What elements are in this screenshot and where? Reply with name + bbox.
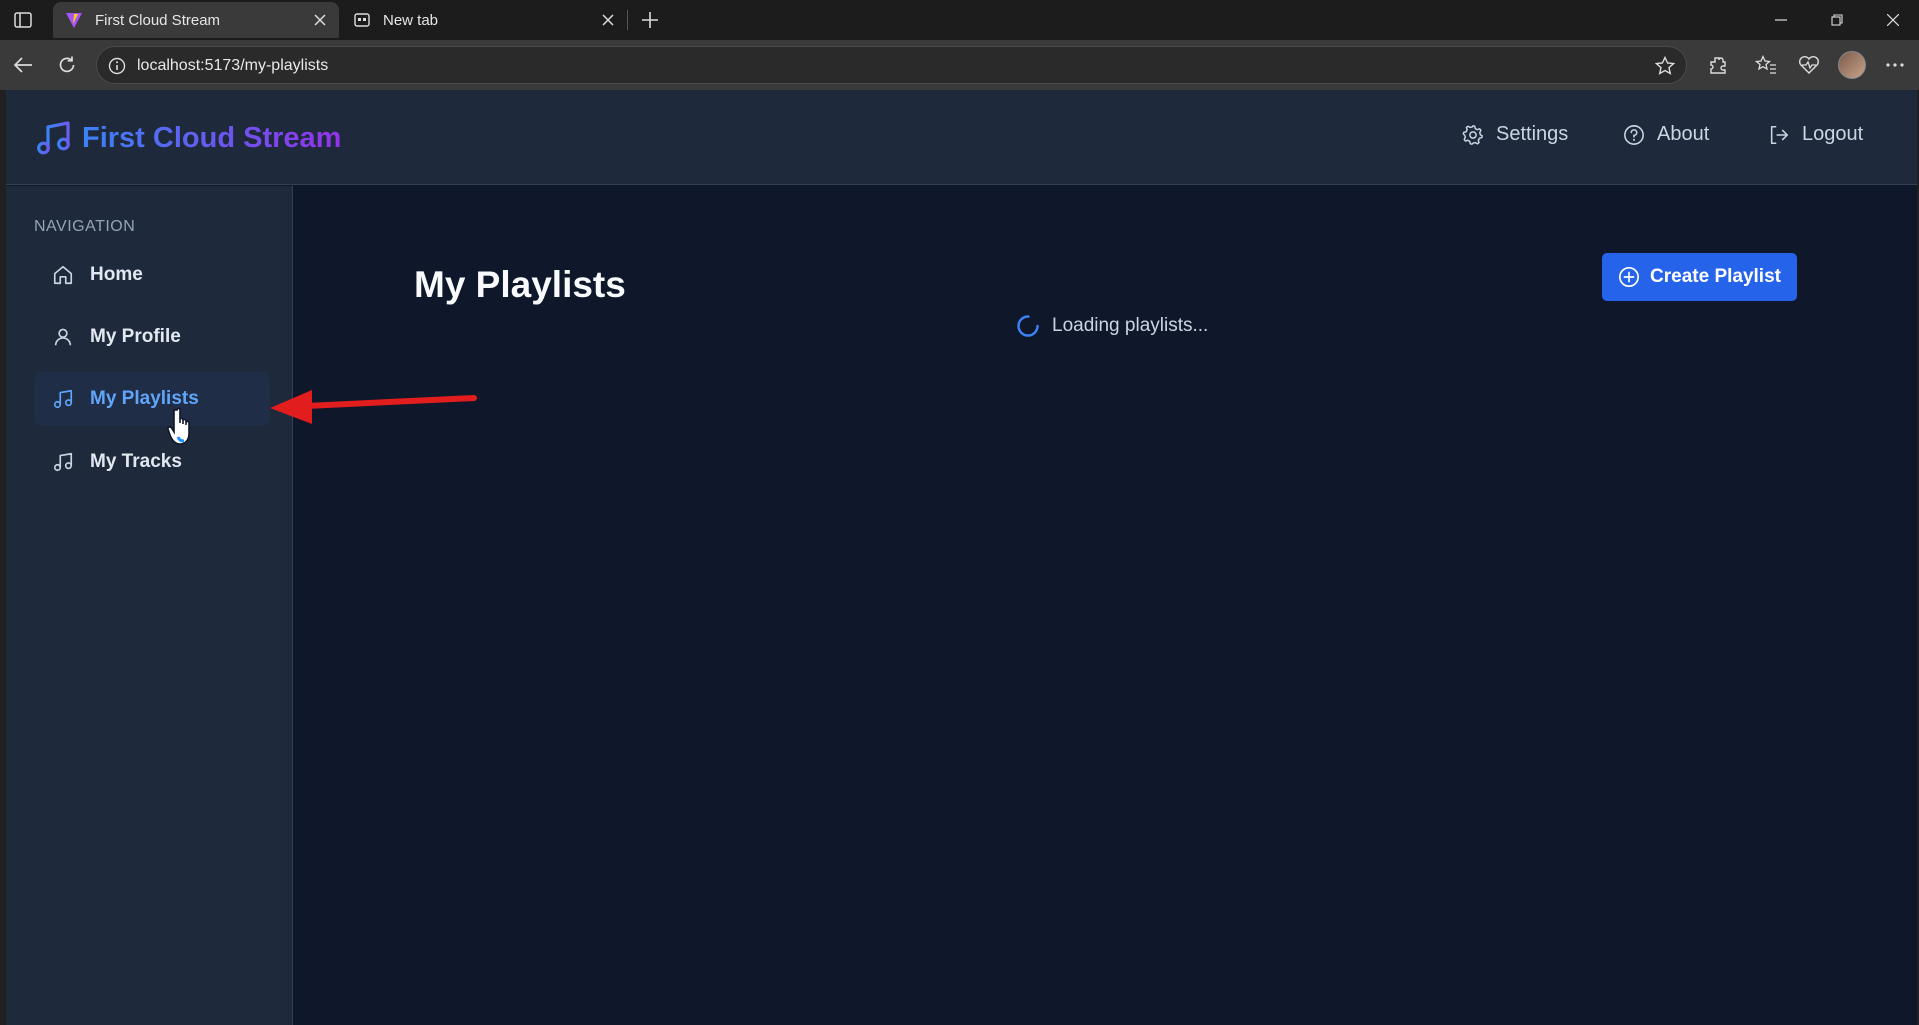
sidebar-item-label: Home [90,264,143,285]
settings-label: Settings [1496,123,1569,145]
loading-text: Loading playlists... [1052,315,1209,336]
annotation-arrow-icon [270,390,477,424]
home-icon [53,265,73,285]
sidebar-item-my-profile[interactable]: My Profile [34,310,270,364]
address-bar[interactable]: localhost:5173/my-playlists [96,46,1687,84]
tab-divider [627,10,628,30]
page-title: My Playlists [414,264,626,305]
about-link[interactable]: About [1623,123,1709,146]
favorites-icon[interactable] [1751,50,1781,80]
new-tab-plus-icon[interactable] [636,6,664,34]
app-header: First Cloud Stream Settings About Logout [6,90,1917,185]
music-note-logo-icon [37,121,70,155]
hand-pointer-cursor-icon [167,407,190,445]
sidebar-item-home[interactable]: Home [34,248,270,302]
tab-actions-icon[interactable] [10,8,36,32]
nav-heading: NAVIGATION [34,218,136,235]
extensions-icon[interactable] [1703,50,1733,80]
browser-essentials-icon[interactable] [1794,50,1824,80]
plus-circle-icon [1619,267,1640,287]
sidebar-item-my-playlists[interactable]: My Playlists [34,372,270,426]
about-label: About [1657,123,1710,145]
settings-link[interactable]: Settings [1462,123,1568,146]
tab-new-tab[interactable]: New tab [341,2,627,38]
gear-icon [1462,124,1483,145]
browser-window: First Cloud Stream New tab localhost:517… [0,0,1919,1025]
music-note-icon [53,452,73,472]
reload-icon[interactable] [52,50,82,80]
url-text: localhost:5173/my-playlists [137,57,329,74]
loading-indicator: Loading playlists... [1016,314,1208,338]
loading-spinner-icon [1017,315,1039,337]
vite-favicon-icon [65,11,83,29]
profile-avatar[interactable] [1838,51,1866,79]
tab-strip: First Cloud Stream New tab [0,0,1919,40]
new-tab-favicon-icon [353,11,371,29]
help-circle-icon [1624,124,1644,145]
user-icon [54,328,72,346]
minimize-icon[interactable] [1753,0,1809,40]
browser-toolbar: localhost:5173/my-playlists [0,40,1919,90]
brand-name: First Cloud Stream [82,121,342,154]
site-info-icon[interactable] [107,56,127,76]
logout-link[interactable]: Logout [1768,123,1863,146]
tab-first-cloud-stream[interactable]: First Cloud Stream [53,2,339,38]
page-viewport: First Cloud Stream Settings About Logout… [6,90,1917,1025]
brand-link[interactable]: First Cloud Stream [36,120,341,156]
sidebar-item-label: My Tracks [90,451,182,472]
sidebar-item-my-tracks[interactable]: My Tracks [34,435,270,489]
tab-title: First Cloud Stream [95,11,221,29]
logout-label: Logout [1802,123,1864,145]
close-tab-icon[interactable] [597,9,619,31]
sidebar: NAVIGATION Home My Profile My Playlists … [6,186,293,1025]
main-content: My Playlists Create Playlist Loading pla… [294,186,1917,1025]
create-playlist-button[interactable]: Create Playlist [1602,253,1797,301]
tab-title: New tab [383,11,439,29]
back-arrow-icon[interactable] [8,50,38,80]
music-note-icon [53,389,73,409]
close-window-icon[interactable] [1865,0,1919,40]
more-options-icon[interactable] [1880,50,1910,80]
create-playlist-label: Create Playlist [1650,266,1781,287]
sidebar-item-label: My Profile [90,326,181,347]
logout-icon [1770,125,1789,144]
restore-icon[interactable] [1809,0,1865,40]
favorite-star-icon[interactable] [1654,55,1676,77]
close-tab-icon[interactable] [309,9,331,31]
